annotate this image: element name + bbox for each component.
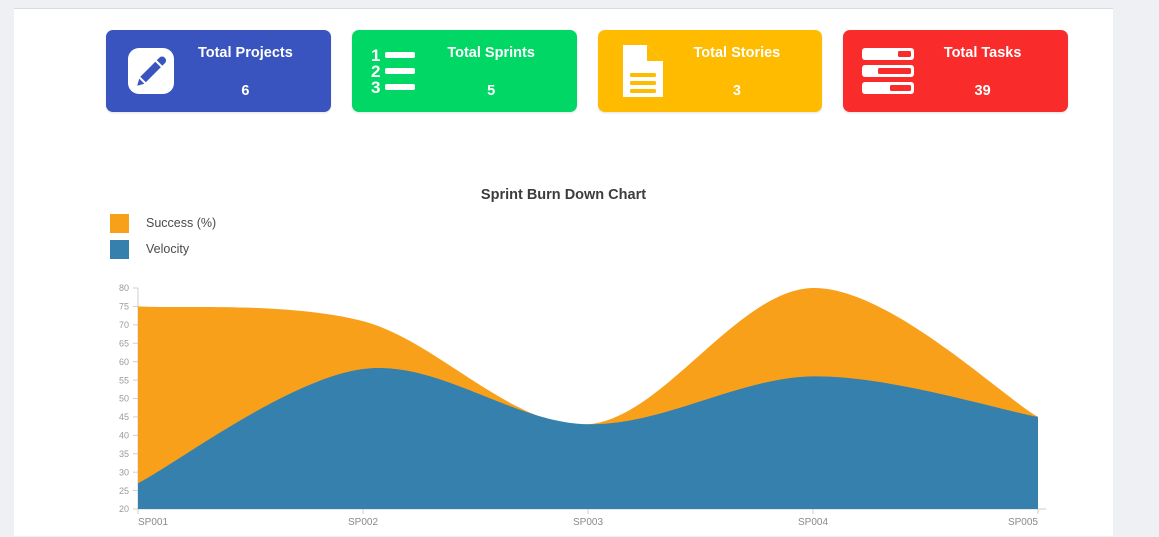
svg-text:45: 45 bbox=[119, 412, 129, 422]
svg-text:SP003: SP003 bbox=[573, 517, 603, 528]
svg-text:25: 25 bbox=[119, 486, 129, 496]
svg-text:55: 55 bbox=[119, 375, 129, 385]
svg-text:35: 35 bbox=[119, 449, 129, 459]
svg-text:80: 80 bbox=[119, 283, 129, 293]
dashboard-content-panel: Total Projects 6 1 2 3 Total Sprints 5 T… bbox=[14, 8, 1113, 536]
svg-text:60: 60 bbox=[119, 357, 129, 367]
svg-text:SP004: SP004 bbox=[798, 517, 828, 528]
svg-text:75: 75 bbox=[119, 302, 129, 312]
svg-text:40: 40 bbox=[119, 431, 129, 441]
sprint-burn-down-chart: 20 25 30 35 40 45 50 55 60 65 70 75 80 SP001 SP002 SP00… bbox=[14, 9, 1113, 537]
svg-text:50: 50 bbox=[119, 394, 129, 404]
svg-text:30: 30 bbox=[119, 467, 129, 477]
svg-text:SP001: SP001 bbox=[138, 517, 168, 528]
chart-plot-area: 20 25 30 35 40 45 50 55 60 65 70 75 80 SP001 SP002 SP00… bbox=[119, 283, 1046, 528]
svg-text:65: 65 bbox=[119, 338, 129, 348]
svg-text:SP005: SP005 bbox=[1008, 517, 1038, 528]
svg-text:SP002: SP002 bbox=[348, 517, 378, 528]
svg-text:70: 70 bbox=[119, 320, 129, 330]
svg-text:20: 20 bbox=[119, 504, 129, 514]
